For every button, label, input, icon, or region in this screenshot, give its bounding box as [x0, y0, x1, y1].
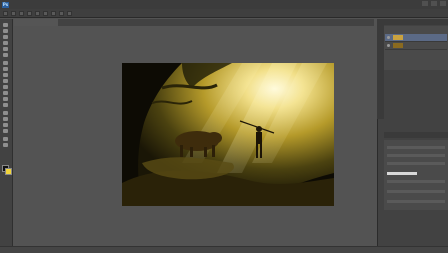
property-row[interactable]	[387, 146, 445, 149]
maximize-button[interactable]	[431, 1, 437, 6]
option-toggle-8[interactable]	[67, 10, 72, 16]
forest-photo	[122, 63, 334, 206]
zoom-tool-icon[interactable]	[3, 143, 8, 147]
layer-thumbnail	[393, 35, 403, 40]
layers-panel-header[interactable]	[384, 19, 448, 25]
layers-panel	[384, 26, 448, 70]
background-color-swatch[interactable]	[5, 168, 12, 175]
menu-bar: Ps	[0, 0, 448, 9]
photoshop-logo: Ps	[2, 1, 9, 8]
close-button[interactable]	[440, 1, 446, 6]
blur-tool-icon[interactable]	[3, 97, 8, 101]
eye-icon[interactable]	[387, 44, 390, 47]
eyedropper-tool-icon[interactable]	[3, 53, 8, 57]
property-row[interactable]	[387, 180, 445, 183]
tools-panel	[0, 19, 13, 252]
options-bar	[0, 9, 448, 18]
path-select-icon[interactable]	[3, 123, 8, 127]
canvas-image[interactable]	[122, 63, 334, 206]
gradient-tool-icon[interactable]	[3, 91, 8, 95]
option-toggle-5[interactable]	[43, 10, 48, 16]
pen-tool-icon[interactable]	[3, 111, 8, 115]
brush-tool-icon[interactable]	[3, 67, 8, 71]
collapsed-panel-strip[interactable]	[377, 19, 384, 119]
quick-select-tool-icon[interactable]	[3, 41, 8, 45]
option-toggle-4[interactable]	[35, 10, 40, 16]
layer-row[interactable]	[385, 34, 447, 42]
tool-preset-picker[interactable]	[3, 10, 8, 16]
dodge-tool-icon[interactable]	[3, 103, 8, 107]
option-toggle-1[interactable]	[11, 10, 16, 16]
marquee-tool-icon[interactable]	[3, 29, 8, 33]
hand-tool-icon[interactable]	[3, 137, 8, 141]
type-tool-icon[interactable]	[3, 117, 8, 121]
property-row[interactable]	[387, 162, 445, 165]
property-field[interactable]	[387, 172, 417, 175]
eraser-tool-icon[interactable]	[3, 85, 8, 89]
lasso-tool-icon[interactable]	[3, 35, 8, 39]
property-row[interactable]	[387, 190, 445, 193]
minimize-button[interactable]	[422, 1, 428, 6]
clone-stamp-icon[interactable]	[3, 73, 8, 77]
healing-brush-icon[interactable]	[3, 61, 8, 65]
move-tool-icon[interactable]	[3, 23, 8, 27]
document-tab[interactable]	[14, 19, 58, 26]
layer-row[interactable]	[385, 42, 447, 50]
properties-panel-header[interactable]	[384, 132, 448, 138]
property-row[interactable]	[387, 154, 445, 157]
window-controls	[422, 1, 446, 6]
properties-panel	[384, 140, 448, 210]
eye-icon[interactable]	[387, 36, 390, 39]
layer-thumbnail	[393, 43, 403, 48]
option-toggle-2[interactable]	[19, 10, 24, 16]
shape-tool-icon[interactable]	[3, 129, 8, 133]
option-toggle-3[interactable]	[27, 10, 32, 16]
option-toggle-7[interactable]	[59, 10, 64, 16]
document-tab-strip	[14, 19, 374, 26]
history-brush-icon[interactable]	[3, 79, 8, 83]
crop-tool-icon[interactable]	[3, 47, 8, 51]
option-toggle-6[interactable]	[51, 10, 56, 16]
property-row[interactable]	[387, 200, 445, 203]
